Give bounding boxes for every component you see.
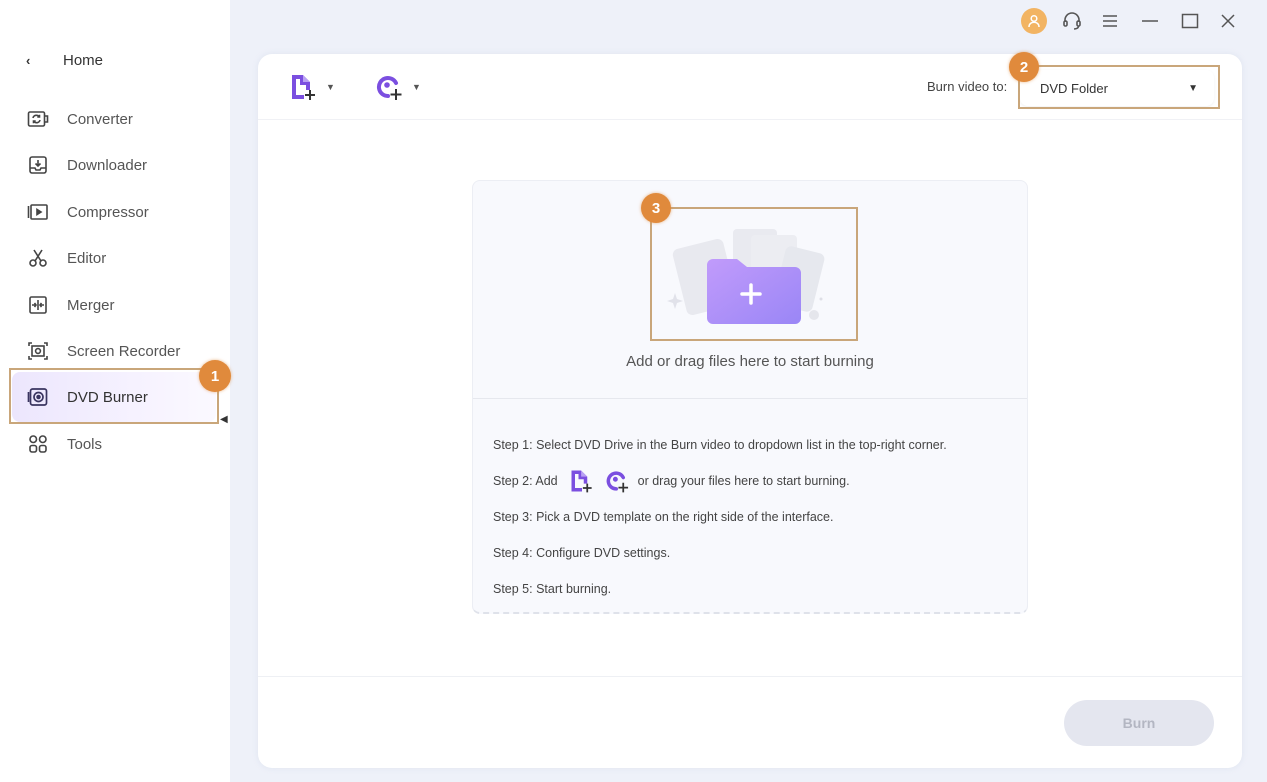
main-card: ▼ ▼ Burn video to: DVD Folder ▼ 2 Add or… [258,52,1242,768]
step-3: Step 3: Pick a DVD template on the right… [493,510,834,524]
sidebar-item-tools[interactable]: Tools [12,419,216,469]
sidebar-item-label: Merger [67,296,115,314]
add-disc-icon[interactable] [604,467,632,495]
sidebar-item-label: Tools [67,435,103,453]
step-2-suffix: or drag your files here to start burning… [637,474,850,488]
step-badge-2: 2 [1009,52,1039,82]
home-link[interactable]: ‹ Home [26,50,103,70]
chevron-down-icon: ▼ [326,82,335,92]
sidebar-item-label: Downloader [67,156,148,174]
sidebar-item-compressor[interactable]: Compressor [12,187,216,237]
merger-icon [26,293,50,317]
home-label: Home [63,51,104,69]
footer-divider [258,676,1242,677]
step-5: Step 5: Start burning. [493,582,612,596]
step-2: Step 2: Add or drag your files here to s… [493,463,947,499]
maximize-icon [1181,13,1199,29]
account-button[interactable] [1015,6,1053,36]
sidebar-item-dvd-burner[interactable]: DVD Burner [12,372,216,422]
add-file-icon[interactable] [568,467,596,495]
add-file-icon [292,75,315,100]
headset-icon [1063,12,1081,30]
add-files-button[interactable]: ▼ [288,70,335,104]
step-2-prefix: Step 2: Add [493,474,558,488]
compressor-icon [26,200,50,224]
drop-area[interactable]: Add or drag files here to start burning [473,181,1027,399]
burn-button[interactable]: Burn [1064,700,1214,746]
sidebar-item-converter[interactable]: Converter [12,94,216,144]
converter-icon [26,107,50,131]
sidebar-item-label: Converter [67,110,133,128]
collapse-sidebar-icon[interactable]: ◀ [220,414,228,425]
toolbar: ▼ ▼ Burn video to: DVD Folder ▼ 2 [258,52,1242,120]
sidebar-item-downloader[interactable]: Downloader [12,140,216,190]
menu-button[interactable] [1091,6,1129,36]
step-badge-1: 1 [199,360,231,392]
add-folder-illustration[interactable] [651,209,851,337]
drop-instruction-text: Add or drag files here to start burning [626,353,874,370]
sidebar-item-label: Compressor [67,203,149,221]
sidebar-item-screen-recorder[interactable]: Screen Recorder [12,326,216,376]
scissors-icon [26,246,50,270]
step-1: Step 1: Select DVD Drive in the Burn vid… [493,438,947,452]
dropdown-selected-value: DVD Folder [1040,80,1108,96]
minimize-icon [1142,20,1158,22]
burn-video-to-label: Burn video to: [927,79,1008,94]
chevron-down-icon: ▼ [412,82,421,92]
sidebar: ‹ Home Converter Downloader Compressor E… [0,0,231,782]
hamburger-menu-icon [1103,15,1117,27]
add-disc-icon [376,76,402,100]
folder-plus-icon [667,229,825,324]
step-4: Step 4: Configure DVD settings. [493,546,671,560]
downloader-icon [26,153,50,177]
sidebar-item-editor[interactable]: Editor [12,233,216,283]
user-avatar-icon [1021,8,1047,34]
minimize-button[interactable] [1129,6,1171,36]
drop-zone-panel: Add or drag files here to start burning … [472,180,1028,614]
sidebar-item-label: Screen Recorder [67,342,181,360]
add-disc-button[interactable]: ▼ [374,70,421,104]
tools-grid-icon [26,432,50,456]
close-button[interactable] [1209,6,1247,36]
step-badge-3: 3 [641,193,671,223]
screen-recorder-icon [26,339,50,363]
maximize-button[interactable] [1171,6,1209,36]
support-button[interactable] [1053,6,1091,36]
back-chevron-icon: ‹ [26,52,31,68]
sidebar-item-label: DVD Burner [67,388,148,406]
steps-list: Step 1: Select DVD Drive in the Burn vid… [493,427,947,607]
sidebar-item-label: Editor [67,249,107,267]
titlebar-controls [1015,6,1247,36]
burn-video-to-dropdown[interactable]: DVD Folder ▼ [1020,70,1214,106]
close-icon [1221,14,1235,28]
dvd-icon [26,385,50,409]
chevron-down-icon: ▼ [1188,82,1198,94]
sidebar-item-merger[interactable]: Merger [12,280,216,330]
